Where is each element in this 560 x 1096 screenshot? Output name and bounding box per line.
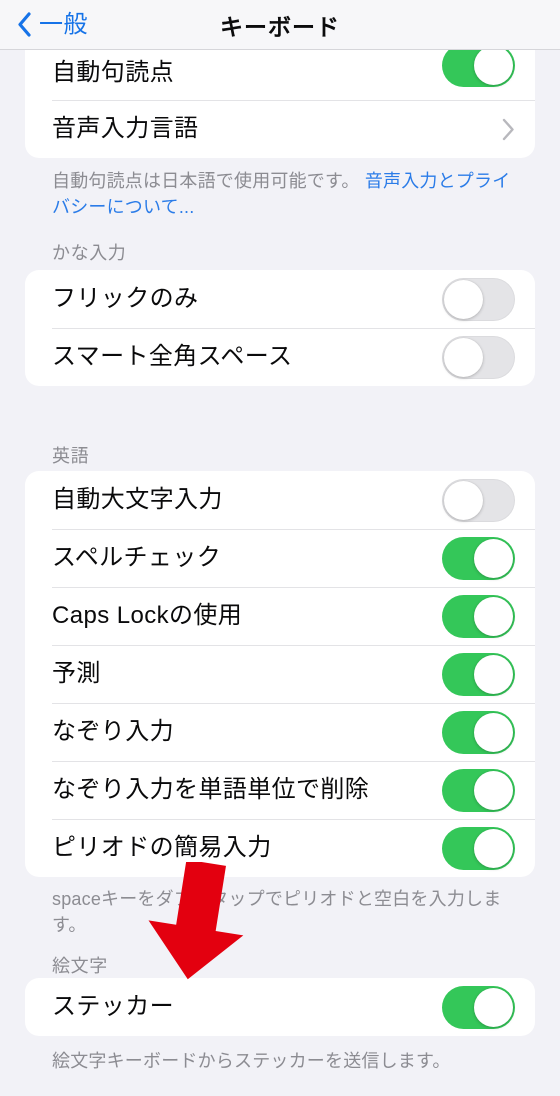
footer-text: 絵文字キーボードからステッカーを送信します。 — [52, 1051, 451, 1071]
footer-english: spaceキーをダブルタップでピリオドと空白を入力します。 — [52, 886, 522, 938]
toggle-stickers[interactable] — [442, 985, 515, 1029]
row-label: 音声入力言語 — [52, 115, 199, 142]
toggle-knob — [474, 596, 513, 636]
section-header-emoji: 絵文字 — [52, 956, 108, 976]
row-spell-check[interactable]: スペルチェック — [25, 529, 535, 587]
row-period-shortcut[interactable]: ピリオドの簡易入力 — [25, 819, 535, 877]
row-label: ステッカー — [52, 993, 174, 1020]
back-button[interactable]: 一般 — [17, 12, 88, 37]
row-label: ピリオドの簡易入力 — [52, 834, 272, 861]
toggle-period-shortcut[interactable] — [442, 826, 515, 870]
navigation-bar: 一般 キーボード — [0, 0, 560, 50]
row-smart-fullwidth-space[interactable]: スマート全角スペース — [25, 328, 535, 386]
row-flick-only[interactable]: フリックのみ — [25, 270, 535, 328]
toggle-knob — [474, 538, 513, 578]
toggle-delete-slide-to-type-by-word[interactable] — [442, 768, 515, 812]
row-label: Caps Lockの使用 — [52, 602, 243, 629]
row-auto-punctuation[interactable]: 自動句読点 — [25, 50, 535, 100]
toggle-auto-punctuation[interactable] — [442, 50, 515, 87]
chevron-right-icon — [502, 118, 514, 140]
row-stickers[interactable]: ステッカー — [25, 978, 535, 1036]
row-caps-lock[interactable]: Caps Lockの使用 — [25, 587, 535, 645]
row-auto-capitalization[interactable]: 自動大文字入力 — [25, 471, 535, 529]
toggle-knob — [474, 712, 513, 752]
toggle-knob — [474, 654, 513, 694]
toggle-knob — [474, 770, 513, 810]
row-slide-to-type[interactable]: なぞり入力 — [25, 703, 535, 761]
row-label: スペルチェック — [52, 544, 222, 571]
row-label: 予測 — [52, 660, 101, 687]
section-header-english: 英語 — [52, 446, 90, 466]
row-predictive[interactable]: 予測 — [25, 645, 535, 703]
section-english-card: 自動大文字入力 スペルチェック Caps Lockの使用 予測 なぞり入力 なぞ… — [25, 471, 535, 877]
toggle-knob — [474, 828, 513, 868]
section-kana-card: フリックのみ スマート全角スペース — [25, 270, 535, 386]
toggle-caps-lock[interactable] — [442, 594, 515, 638]
footer-dictation: 自動句読点は日本語で使用可能です。 音声入力とプライバシーについて... — [52, 168, 522, 220]
footer-text: 自動句読点は日本語で使用可能です。 — [52, 171, 360, 191]
section-dictation-card: 自動句読点 音声入力言語 — [25, 50, 535, 158]
toggle-smart-fullwidth-space[interactable] — [442, 335, 515, 379]
row-dictation-languages[interactable]: 音声入力言語 — [25, 100, 535, 158]
row-label: スマート全角スペース — [52, 343, 293, 370]
footer-emoji: 絵文字キーボードからステッカーを送信します。 — [52, 1048, 522, 1074]
toggle-knob — [474, 50, 513, 85]
toggle-auto-capitalization[interactable] — [442, 478, 515, 522]
toggle-flick-only[interactable] — [442, 277, 515, 321]
row-label: フリックのみ — [52, 285, 199, 312]
row-label: 自動大文字入力 — [52, 486, 223, 513]
footer-text: spaceキーをダブルタップでピリオドと空白を入力します。 — [52, 889, 502, 936]
toggle-knob — [444, 480, 483, 520]
toggle-spell-check[interactable] — [442, 536, 515, 580]
section-header-kana: かな入力 — [52, 243, 127, 263]
toggle-knob — [444, 337, 483, 377]
row-label: なぞり入力 — [52, 718, 174, 745]
settings-scroll-view[interactable]: 自動句読点 音声入力言語 自動句読点は日本語で使用可能です。 音声入力とプライバ… — [0, 50, 560, 1096]
row-delete-slide-to-type-by-word[interactable]: なぞり入力を単語単位で削除 — [25, 761, 535, 819]
toggle-knob — [444, 279, 483, 319]
toggle-knob — [474, 987, 513, 1027]
chevron-left-icon — [18, 12, 31, 37]
toggle-slide-to-type[interactable] — [442, 710, 515, 754]
back-button-label: 一般 — [39, 10, 88, 38]
row-label: 自動句読点 — [52, 59, 174, 86]
section-emoji-card: ステッカー — [25, 978, 535, 1036]
row-label: なぞり入力を単語単位で削除 — [52, 776, 370, 803]
toggle-predictive[interactable] — [442, 652, 515, 696]
